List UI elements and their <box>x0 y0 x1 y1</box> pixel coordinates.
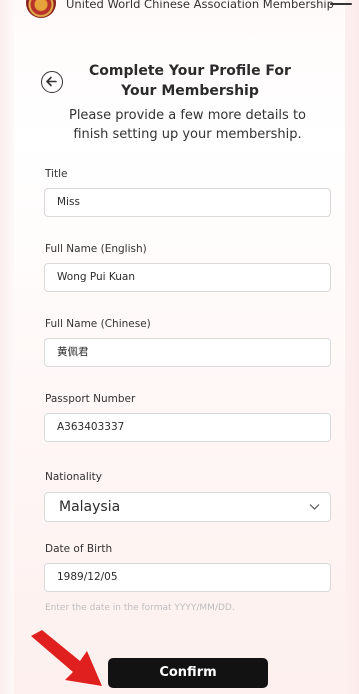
dob-label: Date of Birth <box>45 543 113 555</box>
confirm-button[interactable]: Confirm <box>108 658 268 688</box>
title-label: Title <box>45 168 68 180</box>
chevron-down-icon <box>309 504 320 510</box>
page-subtitle: Please provide a few more details to fin… <box>68 108 306 142</box>
name-english-label: Full Name (English) <box>45 243 147 255</box>
nationality-label: Nationality <box>45 471 103 483</box>
association-logo-icon[interactable] <box>26 0 56 18</box>
dob-hint: Enter the date in the format YYYY/MM/DD. <box>45 603 235 613</box>
passport-field[interactable]: A363403337 <box>44 413 331 442</box>
page-title: Complete Your Profile For Your Membershi… <box>89 63 291 99</box>
nationality-select[interactable]: Malaysia <box>44 492 331 522</box>
top-header: United World Chinese Association Members… <box>0 0 359 20</box>
dob-field[interactable]: 1989/12/05 <box>44 563 331 592</box>
header-title: United World Chinese Association Members… <box>66 0 334 11</box>
name-chinese-field[interactable]: 黄佩君 <box>44 338 331 367</box>
nationality-value: Malaysia <box>59 499 121 515</box>
red-arrow-annotation-icon <box>31 630 102 686</box>
title-field[interactable]: Miss <box>44 188 331 217</box>
back-button[interactable] <box>41 71 63 93</box>
arrow-left-icon <box>46 76 57 87</box>
name-chinese-label: Full Name (Chinese) <box>45 318 151 330</box>
name-english-field[interactable]: Wong Pui Kuan <box>44 263 331 292</box>
passport-label: Passport Number <box>45 393 136 405</box>
hamburger-menu-icon[interactable] <box>330 1 352 15</box>
